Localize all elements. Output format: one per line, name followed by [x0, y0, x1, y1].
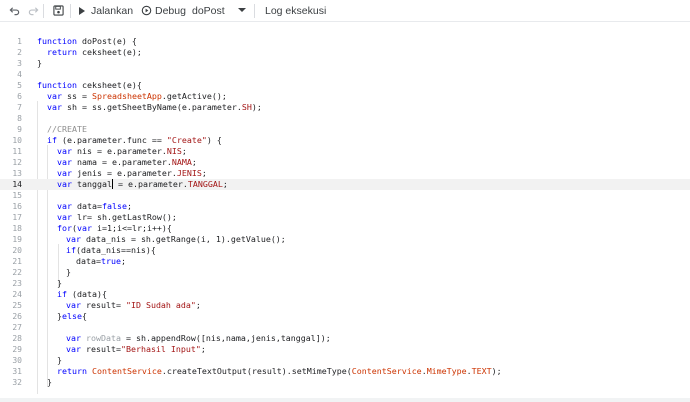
- execution-log-label: Log eksekusi: [265, 4, 327, 17]
- code-line: 18 for(var i=1;i<=lr;i++){: [12, 223, 172, 233]
- code-line: 23}: [12, 278, 62, 288]
- horizontal-scrollbar[interactable]: [0, 398, 690, 402]
- editor-toolbar: Jalankan Debug doPost Log eksekusi: [0, 0, 690, 22]
- code-line: 26}else{: [12, 311, 87, 321]
- execution-log-button[interactable]: Log eksekusi: [265, 0, 326, 21]
- toolbar-divider: [70, 4, 71, 18]
- code-line: 16 var data=false;: [12, 201, 132, 211]
- code-line: 13 var jenis = e.parameter.JENIS;: [12, 168, 207, 178]
- function-select-value: doPost: [192, 4, 225, 17]
- undo-icon[interactable]: [7, 0, 21, 21]
- code-line: 4: [17, 70, 22, 79]
- toolbar-divider: [254, 4, 255, 18]
- code-line: 6 var ss = SpreadsheetApp.getActive();: [17, 91, 227, 101]
- code-line: 15: [12, 191, 22, 200]
- code-line: 32}: [12, 377, 52, 387]
- code-line: 20 if(data_nis==nis){: [12, 245, 156, 255]
- code-line: 5 function ceksheet(e){: [17, 80, 142, 90]
- code-line: 8: [17, 114, 22, 123]
- code-line: 1 function doPost(e) {: [17, 36, 137, 46]
- code-editor[interactable]: 1 function doPost(e) { 2 return ceksheet(e…: [0, 35, 690, 402]
- code-line: 31 return ContentService.createTextOutput…: [12, 366, 502, 376]
- code-line: 12 var nama = e.parameter.NAMA;: [12, 157, 197, 167]
- code-line: 9//CREATE: [17, 124, 87, 134]
- code-line: 22}: [12, 267, 71, 277]
- code-line: 19 var data_nis = sh.getRange(i, 1).getVa…: [12, 234, 286, 244]
- code-line: 7 var sh = ss.getSheetByName(e.parameter.…: [17, 102, 262, 112]
- caret-down-icon: [238, 8, 246, 12]
- code-line: 24 if (data){: [12, 289, 107, 299]
- debug-button[interactable]: Debug: [141, 0, 186, 21]
- play-icon: [79, 6, 85, 15]
- code-line: 11 var nis = e.parameter.NIS;: [12, 146, 187, 156]
- code-line: 27: [12, 323, 22, 332]
- debug-label: Debug: [155, 4, 186, 17]
- code-line: 3}: [17, 58, 42, 68]
- function-select[interactable]: doPost: [192, 0, 248, 21]
- code-line: 10 if (e.parameter.func == "Create") {: [12, 135, 222, 145]
- run-label: Jalankan: [91, 4, 134, 17]
- code-line: 21 data=true;: [12, 256, 126, 266]
- code-line: 25 var result= "ID Sudah ada";: [12, 300, 201, 310]
- redo-icon[interactable]: [26, 0, 40, 21]
- code-line: 17 var lr= sh.getLastRow();: [12, 212, 177, 222]
- toolbar-divider: [43, 4, 44, 18]
- active-code-line: 14 var tanggal = e.parameter.TANGGAL;: [0, 179, 690, 190]
- code-line: 28 var rowData = sh.appendRow([nis,nama,j…: [12, 333, 331, 343]
- run-button[interactable]: Jalankan: [79, 0, 133, 21]
- code-line: 30}: [12, 355, 62, 365]
- code-line: 2 return ceksheet(e);: [17, 47, 142, 57]
- save-icon[interactable]: [51, 0, 65, 21]
- debug-icon: [141, 5, 152, 16]
- code-line: 29 var result="Berhasil Input";: [12, 344, 206, 354]
